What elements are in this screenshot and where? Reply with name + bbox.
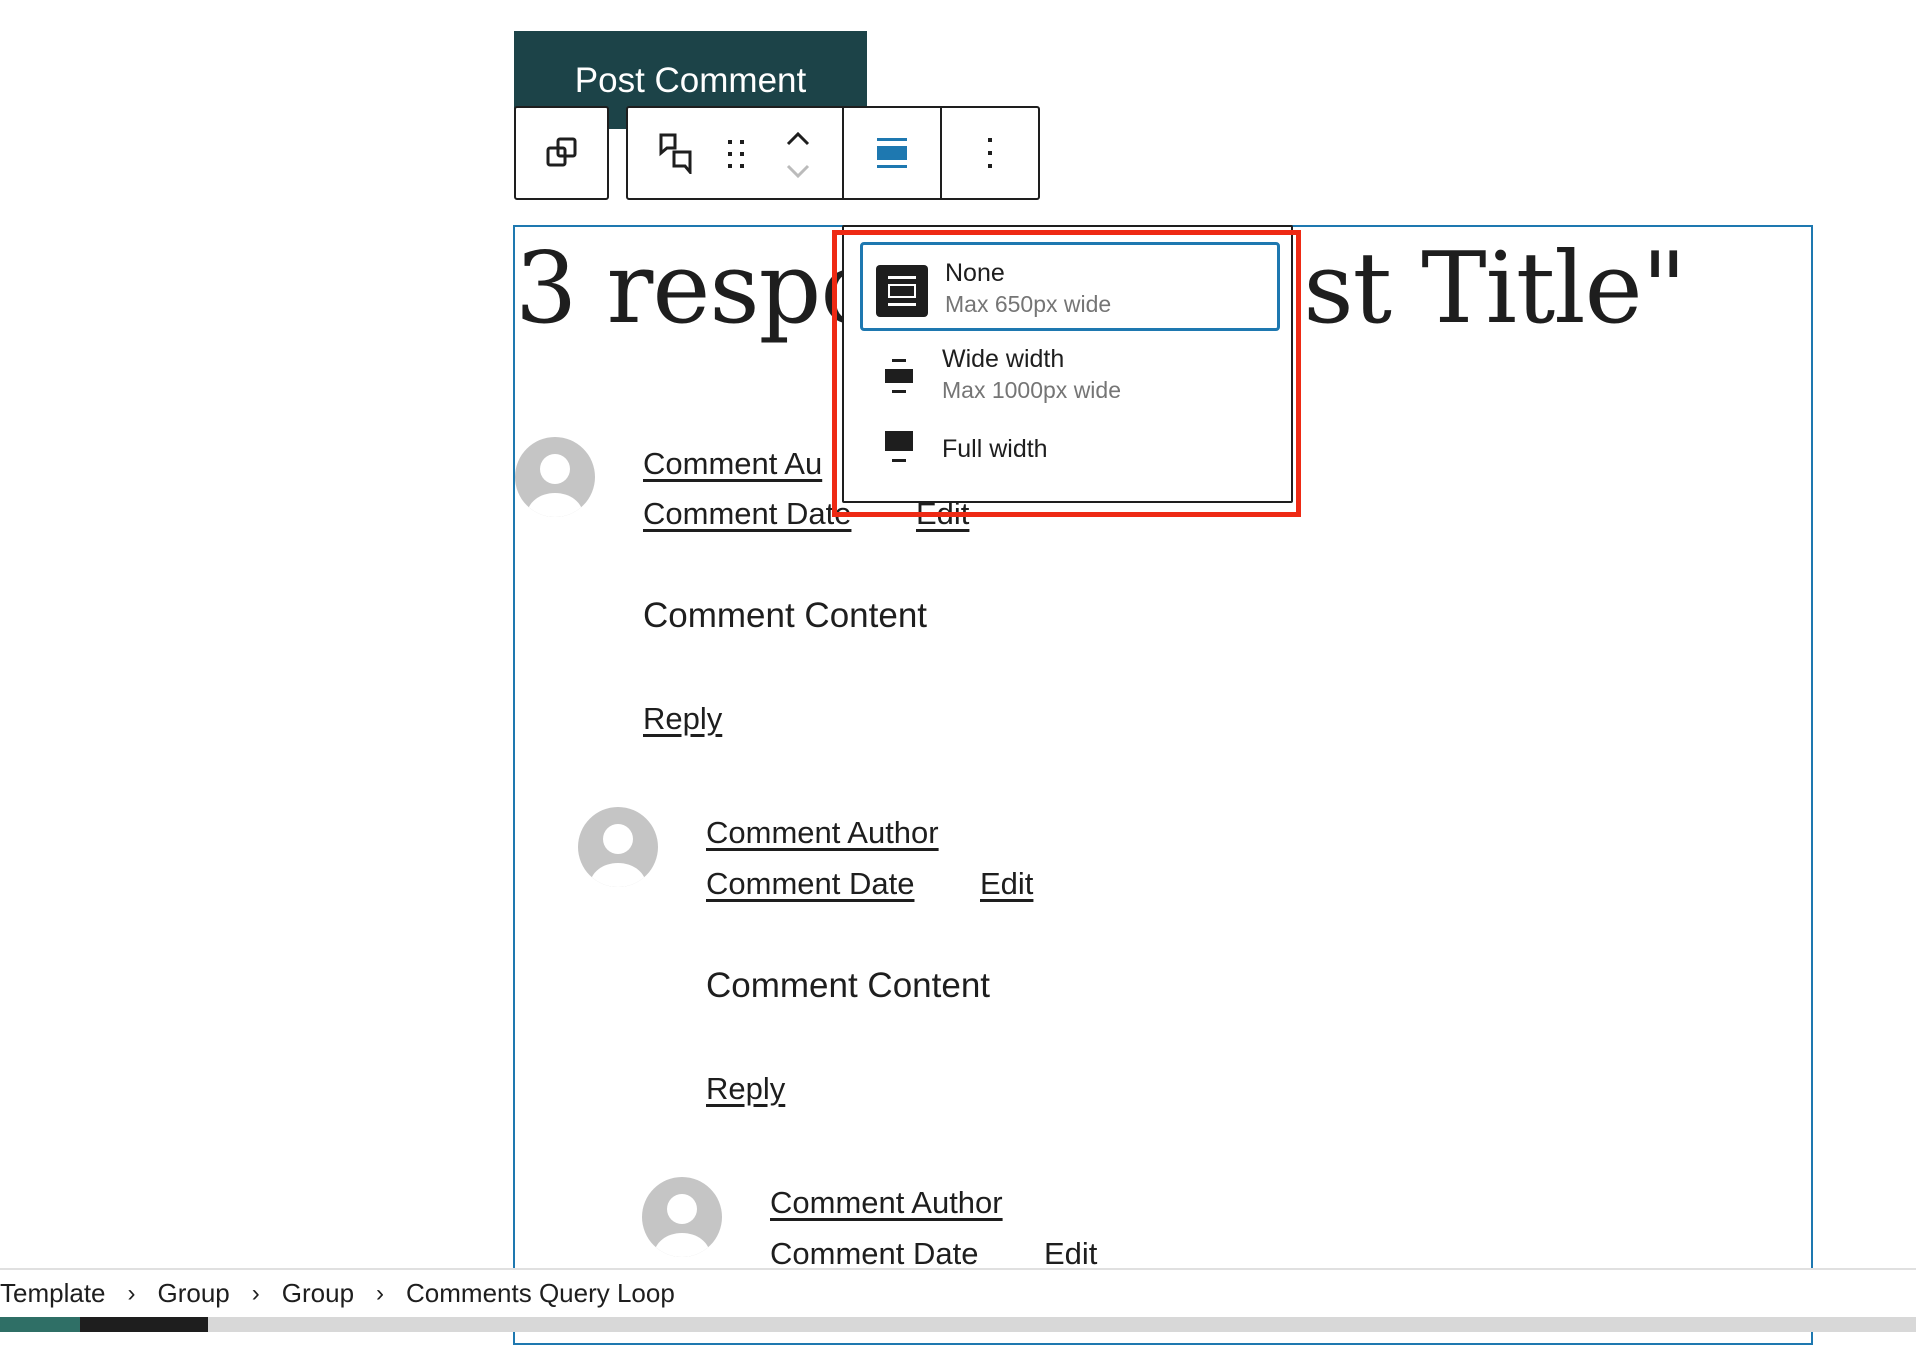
- breadcrumb: Template › Group › Group › Comments Quer…: [0, 1268, 1916, 1317]
- comment-date-link[interactable]: Comment Date: [770, 1236, 978, 1272]
- highlight-annotation-box: [832, 230, 1301, 517]
- breadcrumb-item-group[interactable]: Group: [282, 1278, 354, 1309]
- avatar: [515, 437, 595, 517]
- os-taskbar-strip: [0, 1317, 1916, 1332]
- breadcrumb-item-template[interactable]: Template: [0, 1278, 106, 1309]
- block-tools-group: [628, 108, 842, 198]
- comment-date-link[interactable]: Comment Date: [643, 496, 851, 532]
- copy-stack-icon: [546, 137, 576, 167]
- chevron-right-icon: ›: [376, 1279, 385, 1307]
- align-none-icon: [877, 138, 907, 168]
- comment-author-link[interactable]: Comment Au: [643, 446, 822, 482]
- comment-author-link[interactable]: Comment Author: [706, 815, 939, 851]
- comment-edit-link[interactable]: Edit: [1044, 1236, 1097, 1272]
- parent-block-toolbar-group: [514, 106, 609, 200]
- chevron-right-icon: ›: [127, 1279, 136, 1307]
- chevron-up-icon[interactable]: [784, 128, 812, 150]
- breadcrumb-item-group[interactable]: Group: [158, 1278, 230, 1309]
- block-toolbar: [626, 106, 1040, 200]
- avatar: [642, 1177, 722, 1257]
- comment-content: Comment Content: [706, 966, 991, 1005]
- more-vertical-icon: [988, 138, 992, 168]
- breadcrumb-item-comments-query-loop[interactable]: Comments Query Loop: [406, 1278, 675, 1309]
- comment-reply-link[interactable]: Reply: [706, 1071, 785, 1107]
- comment-content: Comment Content: [643, 596, 928, 635]
- comment-author-link[interactable]: Comment Author: [770, 1185, 1003, 1221]
- chevron-right-icon: ›: [251, 1279, 260, 1307]
- align-button[interactable]: [842, 108, 940, 198]
- select-parent-button[interactable]: [516, 108, 607, 198]
- comment-date-link[interactable]: Comment Date: [706, 866, 914, 902]
- more-options-button[interactable]: [940, 108, 1038, 198]
- drag-handle-icon[interactable]: [726, 138, 748, 170]
- comment-edit-link[interactable]: Edit: [980, 866, 1033, 902]
- comment-reply-link[interactable]: Reply: [643, 701, 722, 737]
- comments-icon[interactable]: [658, 132, 694, 174]
- chevron-down-icon[interactable]: [784, 160, 812, 182]
- avatar: [578, 807, 658, 887]
